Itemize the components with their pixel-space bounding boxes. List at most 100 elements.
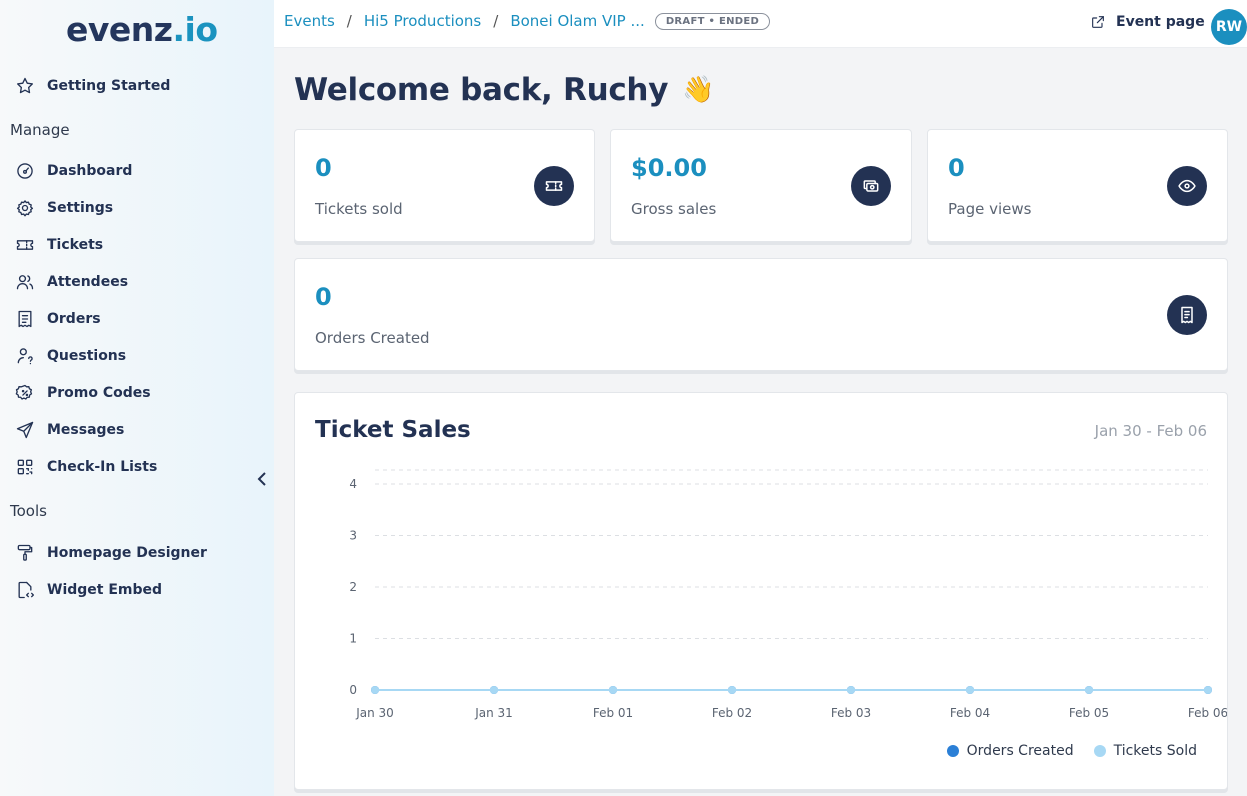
sidebar-item-label: Questions (47, 348, 127, 364)
send-icon (14, 419, 36, 441)
sidebar-item-label: Widget Embed (47, 582, 163, 598)
sidebar-item-dashboard[interactable]: Dashboard (14, 157, 132, 185)
sidebar-item-check-in-lists[interactable]: Check-In Lists (14, 453, 157, 481)
stat-value: 0 (315, 283, 332, 311)
status-badge: DRAFT • ENDED (654, 12, 771, 30)
legend-item[interactable]: Tickets Sold (1093, 743, 1197, 759)
y-tick-label: 2 (349, 580, 357, 594)
tools-section-label: Tools (10, 502, 47, 520)
waving-hand-icon: 👋 (682, 75, 715, 105)
sidebar-item-label: Check-In Lists (47, 459, 158, 475)
stat-value: 0 (948, 154, 965, 182)
sidebar-item-promo-codes[interactable]: Promo Codes (14, 379, 151, 407)
data-point (609, 686, 617, 694)
sidebar-item-orders[interactable]: Orders (14, 305, 101, 333)
brand-logo[interactable]: evenz.io (66, 10, 218, 50)
legend-item[interactable]: Orders Created (946, 743, 1074, 759)
brand-logo-part2: .io (172, 10, 218, 49)
data-point (371, 686, 379, 694)
stat-label: Orders Created (315, 329, 430, 347)
manage-section-label: Manage (10, 121, 70, 139)
sidebar-item-tickets[interactable]: Tickets (14, 231, 103, 259)
legend-label: Orders Created (966, 743, 1074, 759)
data-point (1085, 686, 1093, 694)
sidebar: evenz.io Getting Started Manage Dashboar… (0, 0, 274, 796)
user-question-icon (14, 345, 36, 367)
avatar[interactable]: RW (1211, 9, 1247, 45)
sidebar-item-label: Orders (47, 311, 101, 327)
sidebar-item-label: Promo Codes (47, 385, 151, 401)
gauge-icon (14, 160, 36, 182)
paint-roller-icon (14, 542, 36, 564)
ticket-icon (534, 166, 574, 206)
data-point (728, 686, 736, 694)
x-tick-label: Feb 04 (950, 706, 990, 720)
stat-card-tickets-sold: 0 Tickets sold (294, 129, 595, 242)
welcome-text: Welcome back, Ruchy (294, 72, 669, 108)
gear-icon (14, 197, 36, 219)
collapse-sidebar-button[interactable] (252, 468, 272, 490)
sidebar-item-label: Dashboard (47, 163, 133, 179)
qrcode-icon (14, 456, 36, 478)
stat-value: $0.00 (631, 154, 707, 182)
eye-icon (1167, 166, 1207, 206)
sidebar-item-label: Homepage Designer (47, 545, 207, 561)
chart-legend: Orders Created Tickets Sold (927, 743, 1197, 759)
ticket-icon (14, 234, 36, 256)
sidebar-item-attendees[interactable]: Attendees (14, 268, 128, 296)
star-icon (14, 75, 36, 97)
breadcrumb-event[interactable]: Bonei Olam VIP ... (510, 12, 645, 30)
y-tick-label: 1 (349, 632, 357, 646)
ticket-sales-chart-card: Ticket Sales Jan 30 - Feb 06 0 1 2 3 4 Jan 30… (294, 392, 1228, 790)
chevron-left-icon (257, 472, 266, 486)
brand-logo-part1: evenz (66, 10, 173, 49)
data-point (490, 686, 498, 694)
sidebar-item-label: Attendees (47, 274, 129, 290)
breadcrumb-organizer[interactable]: Hi5 Productions (364, 12, 481, 30)
data-point (847, 686, 855, 694)
stat-card-page-views: 0 Page views (927, 129, 1228, 242)
sidebar-item-homepage-designer[interactable]: Homepage Designer (14, 539, 207, 567)
event-page-label: Event page (1116, 14, 1205, 30)
sidebar-item-questions[interactable]: Questions (14, 342, 126, 370)
receipt-icon (14, 308, 36, 330)
stat-card-orders-created: 0 Orders Created (294, 258, 1228, 371)
receipt-icon (1167, 295, 1207, 335)
stat-label: Tickets sold (315, 200, 403, 218)
sidebar-item-settings[interactable]: Settings (14, 194, 113, 222)
code-file-icon (14, 579, 36, 601)
sidebar-item-messages[interactable]: Messages (14, 416, 124, 444)
users-icon (14, 271, 36, 293)
x-tick-label: Jan 31 (474, 706, 513, 720)
stat-label: Page views (948, 200, 1032, 218)
data-point (1204, 686, 1212, 694)
sidebar-item-label: Getting Started (47, 78, 171, 94)
x-tick-label: Feb 06 (1188, 706, 1227, 720)
stat-value: 0 (315, 154, 332, 182)
ticket-sales-chart: 0 1 2 3 4 Jan 30 Jan 31 Feb 01 Feb 02 Feb 03 Feb 0… (349, 469, 1227, 720)
breadcrumb-separator: / (346, 12, 352, 30)
x-tick-label: Feb 05 (1069, 706, 1109, 720)
y-tick-label: 0 (349, 683, 357, 697)
stat-card-gross-sales: $0.00 Gross sales (610, 129, 912, 242)
discount-icon (14, 382, 36, 404)
data-point (966, 686, 974, 694)
stat-label: Gross sales (631, 200, 717, 218)
breadcrumb-separator: / (493, 12, 499, 30)
event-page-link[interactable]: Event page (1090, 14, 1205, 30)
cash-icon (851, 166, 891, 206)
x-tick-label: Feb 01 (593, 706, 633, 720)
sidebar-item-getting-started[interactable]: Getting Started (14, 72, 170, 100)
y-tick-label: 3 (349, 529, 357, 543)
x-tick-label: Feb 03 (831, 706, 871, 720)
legend-label: Tickets Sold (1113, 743, 1197, 759)
sidebar-item-label: Tickets (47, 237, 104, 253)
breadcrumb-events[interactable]: Events (284, 12, 335, 30)
sidebar-item-label: Settings (47, 200, 114, 216)
legend-swatch (946, 745, 959, 757)
x-tick-label: Feb 02 (712, 706, 752, 720)
x-tick-label: Jan 30 (355, 706, 394, 720)
external-link-icon (1092, 16, 1104, 28)
sidebar-item-widget-embed[interactable]: Widget Embed (14, 576, 162, 604)
legend-swatch (1093, 745, 1106, 757)
